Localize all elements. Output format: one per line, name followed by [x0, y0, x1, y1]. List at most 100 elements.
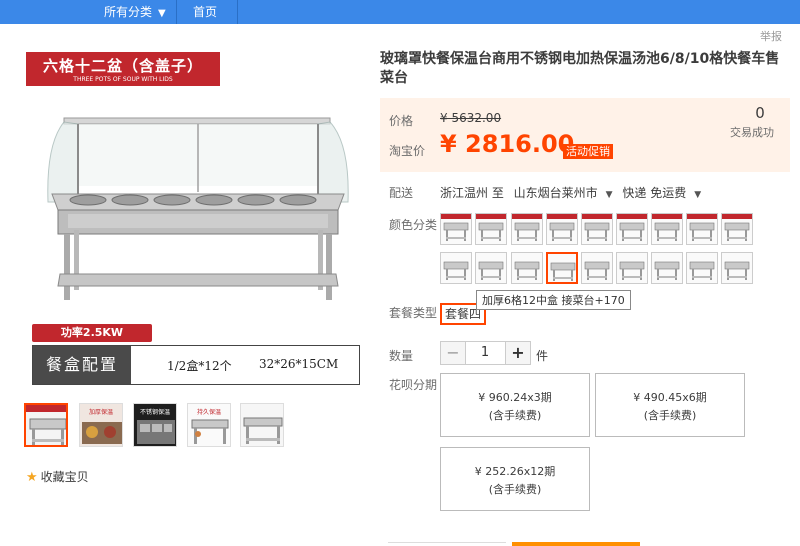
- steam-table-illustration: [47, 117, 349, 300]
- color-swatch[interactable]: [581, 213, 613, 245]
- thumbnail-caption: 加厚保温: [88, 409, 113, 416]
- top-nav-bar: 所有分类 ▼ 首页: [0, 0, 800, 24]
- spec-value-quantity: 1/2盒*12个: [167, 359, 232, 373]
- color-swatch[interactable]: [616, 252, 648, 284]
- color-swatch[interactable]: [440, 252, 472, 284]
- swatch-image-icon: [547, 214, 577, 241]
- swatch-image-icon: [441, 253, 471, 280]
- favorite-label: 收藏宝贝: [40, 470, 89, 484]
- swatch-image-icon: [652, 253, 682, 280]
- add-to-cart-button-edge[interactable]: [512, 542, 640, 546]
- installment-option[interactable]: ¥ 252.26x12期 (含手续费): [440, 447, 590, 511]
- color-swatch[interactable]: [651, 213, 683, 245]
- dropdown-arrow-icon: ▼: [158, 8, 166, 19]
- color-swatch[interactable]: [440, 213, 472, 245]
- home-link[interactable]: 首页: [193, 0, 217, 24]
- color-swatch[interactable]: [721, 213, 753, 245]
- thumbnail-caption: 持久保温: [196, 409, 221, 416]
- price-label: 价格: [389, 114, 414, 128]
- color-swatch[interactable]: [475, 252, 507, 284]
- installment-amount: ¥ 252.26x12期: [474, 465, 556, 478]
- thumbnail-strip: 加厚保温 不锈钢保温 持久保温: [24, 403, 294, 449]
- star-icon: ★: [26, 470, 38, 485]
- color-swatch[interactable]: [581, 252, 613, 284]
- shipping-label: 配送: [389, 186, 414, 200]
- color-swatch[interactable]: [511, 213, 543, 245]
- package-type-label: 套餐类型: [389, 306, 438, 320]
- shipping-destination-select[interactable]: 山东烟台莱州市 ▼: [514, 186, 619, 200]
- promo-badge[interactable]: 活动促销: [563, 144, 613, 159]
- color-swatch[interactable]: [475, 213, 507, 245]
- thumbnail[interactable]: [24, 403, 68, 447]
- product-banner: 六格十二盆（含盖子） THREE POTS OF SOUP WITH LIDS: [26, 52, 220, 86]
- favorite-button[interactable]: ★ 收藏宝贝: [26, 468, 89, 485]
- installment-option[interactable]: ¥ 960.24x3期 (含手续费): [440, 373, 590, 437]
- swatch-image-icon: [512, 253, 542, 280]
- spec-config-box: 餐盒配置 1/2盒*12个 32*26*15CM: [32, 345, 360, 385]
- thumbnail[interactable]: 不锈钢保温: [133, 403, 177, 447]
- thumbnail[interactable]: 持久保温: [187, 403, 231, 447]
- shipping-info: 浙江温州 至 山东烟台莱州市 ▼ 快递 免运费 ▼: [440, 184, 707, 201]
- spec-value-dimensions: 32*26*15CM: [259, 357, 339, 371]
- swatch-image-icon: [722, 253, 752, 280]
- swatch-tooltip: 加厚6格12中盒 接菜台+170: [476, 290, 631, 310]
- shipping-origin: 浙江温州 至: [440, 186, 504, 200]
- color-category-label: 颜色分类: [389, 218, 438, 232]
- installment-amount: ¥ 490.45x6期: [633, 391, 707, 404]
- quantity-decrease-button[interactable]: −: [440, 341, 466, 365]
- current-price: ¥ 2816.00: [440, 130, 575, 158]
- sold-label: 交易成功: [730, 126, 774, 139]
- installment-option[interactable]: ¥ 490.45x6期 (含手续费): [595, 373, 745, 437]
- thumbnail-caption: 不锈钢保温: [139, 409, 170, 416]
- thumbnail-image-icon: [241, 404, 283, 446]
- swatch-image-icon: [687, 253, 717, 280]
- price-panel: 价格 ¥ 5632.00 淘宝价 ¥ 2816.00 活动促销 0 交易成功: [380, 98, 790, 172]
- installment-fee-note: (含手续费): [488, 409, 542, 422]
- product-title: 玻璃罩快餐保温台商用不锈钢电加热保温汤池6/8/10格快餐车售菜台: [380, 51, 780, 86]
- swatch-image-icon: [652, 214, 682, 241]
- nav-divider: [237, 0, 238, 24]
- color-swatch[interactable]: [721, 252, 753, 284]
- all-categories-menu[interactable]: 所有分类 ▼: [104, 0, 166, 24]
- color-swatch[interactable]: [616, 213, 648, 245]
- shipping-method-select[interactable]: 快递 免运费 ▼: [622, 186, 707, 200]
- swatch-image-icon: [722, 214, 752, 241]
- quantity-input[interactable]: 1: [465, 341, 505, 365]
- thumbnail[interactable]: [240, 403, 284, 447]
- quantity-increase-button[interactable]: +: [505, 341, 531, 365]
- color-swatch[interactable]: [511, 252, 543, 284]
- shipping-destination: 山东烟台莱州市: [513, 186, 598, 200]
- color-swatch[interactable]: [651, 252, 683, 284]
- original-price: ¥ 5632.00: [440, 111, 502, 125]
- swatch-image-icon: [512, 214, 542, 241]
- color-swatch[interactable]: [546, 252, 578, 284]
- buy-now-button-edge[interactable]: [388, 542, 506, 546]
- sold-count: 0: [755, 104, 765, 122]
- swatch-image-icon: [476, 253, 506, 280]
- all-categories-label: 所有分类: [104, 5, 153, 19]
- taobao-price-label: 淘宝价: [389, 144, 426, 158]
- thumbnail[interactable]: 加厚保温: [79, 403, 123, 447]
- thumbnail-image-icon: [26, 405, 66, 445]
- caret-down-icon: ▼: [694, 190, 702, 200]
- report-link[interactable]: 举报: [760, 28, 782, 44]
- color-swatch[interactable]: [686, 252, 718, 284]
- installment-label: 花呗分期: [389, 378, 438, 392]
- banner-title: 六格十二盆（含盖子）: [42, 57, 203, 75]
- installment-fee-note: (含手续费): [488, 483, 542, 496]
- main-product-image[interactable]: 六格十二盆（含盖子） THREE POTS OF SOUP WITH LIDS …: [24, 48, 364, 388]
- swatch-image-icon: [582, 214, 612, 241]
- spec-label: 餐盒配置: [33, 346, 131, 384]
- installment-fee-note: (含手续费): [643, 409, 697, 422]
- swatch-image-icon: [441, 214, 471, 241]
- swatch-image-icon: [548, 254, 576, 281]
- power-badge: 功率2.5KW: [32, 324, 152, 342]
- swatch-image-icon: [617, 214, 647, 241]
- nav-divider: [176, 0, 177, 24]
- color-swatch[interactable]: [546, 213, 578, 245]
- swatch-image-icon: [617, 253, 647, 280]
- installment-amount: ¥ 960.24x3期: [478, 391, 552, 404]
- swatch-image-icon: [582, 253, 612, 280]
- color-swatch[interactable]: [686, 213, 718, 245]
- swatch-image-icon: [687, 214, 717, 241]
